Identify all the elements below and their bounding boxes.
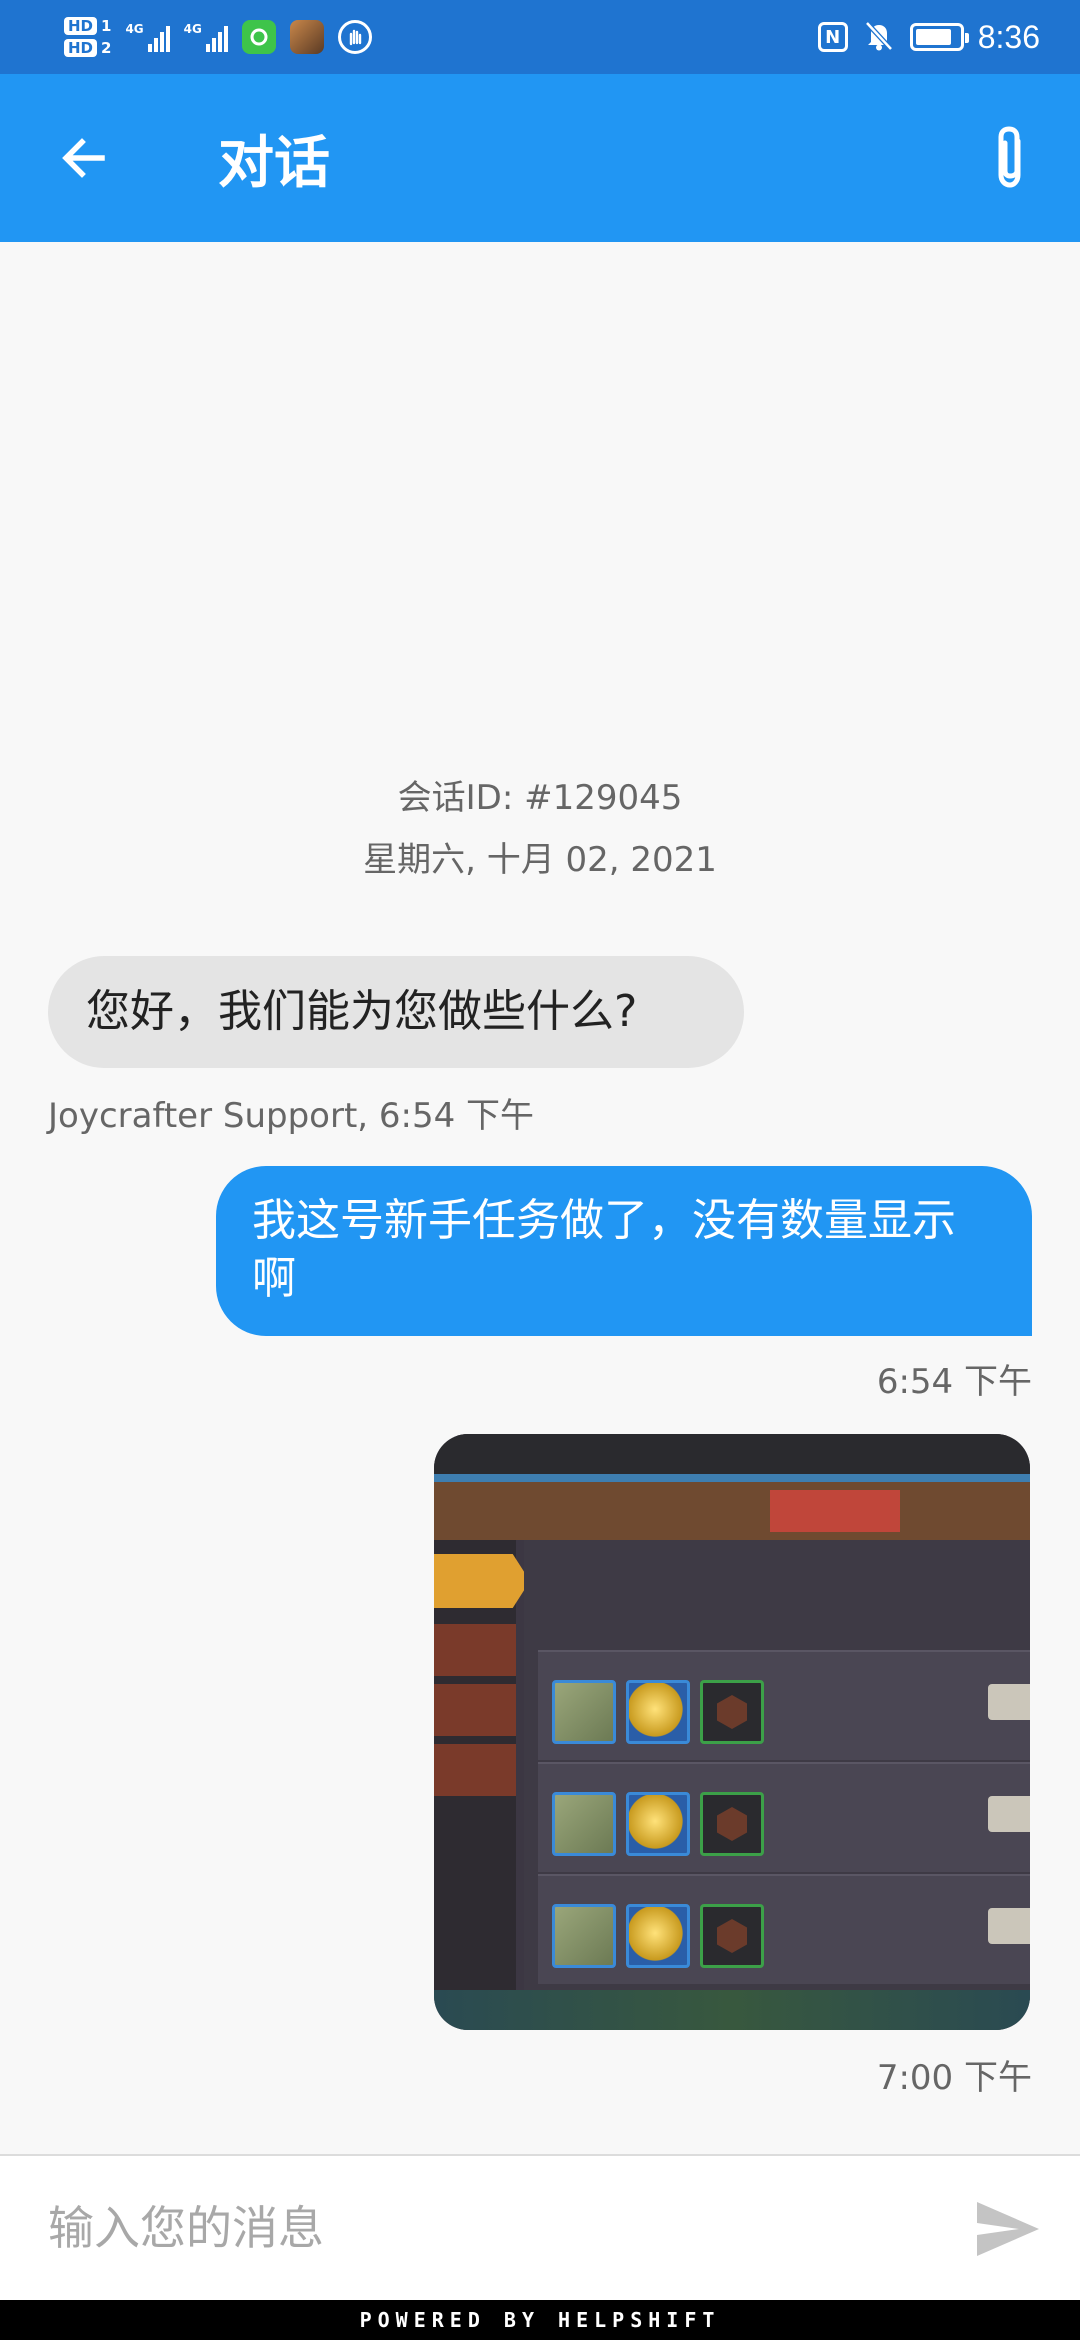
hd-indicator-2: HD 2 <box>64 39 111 57</box>
hd-indicators: HD 1 HD 2 <box>64 17 111 57</box>
game-sidebar-item <box>434 1684 516 1736</box>
badge-icon <box>700 1680 764 1744</box>
conversation-date: 星期六, 十月 02, 2021 <box>363 840 717 880</box>
clock: 8:36 <box>977 18 1040 55</box>
incoming-message-meta: Joycrafter Support, 6:54 下午 <box>48 1096 535 1136</box>
game-tab <box>474 1490 574 1532</box>
game-top-bar <box>434 1434 1030 1474</box>
send-icon <box>977 2202 1039 2256</box>
game-sidebar-item <box>434 1744 516 1796</box>
game-button <box>988 1908 1030 1944</box>
chat-app-icon <box>241 20 276 54</box>
signal-icon: 4G <box>125 22 170 52</box>
game-item-icon <box>552 1680 616 1744</box>
message-composer <box>0 2154 1080 2300</box>
image-message-meta: 7:00 下午 <box>876 2058 1032 2098</box>
send-button[interactable] <box>972 2196 1044 2262</box>
status-bar-right: N 8:36 <box>817 18 1040 56</box>
paperclip-icon <box>998 126 1021 188</box>
badge-icon <box>700 1904 764 1968</box>
nfc-icon: N <box>817 22 848 52</box>
conversation-area[interactable]: 会话ID: #129045 星期六, 十月 02, 2021 您好，我们能为您做… <box>0 242 1080 2154</box>
signal-icon-2: 4G <box>184 22 228 52</box>
game-tab-bar <box>434 1482 1030 1540</box>
bell-off-icon <box>862 18 896 56</box>
gold-icon <box>626 1904 690 1968</box>
game-button <box>988 1796 1030 1832</box>
game-item-icon <box>552 1904 616 1968</box>
game-tab <box>584 1490 684 1532</box>
powered-by-footer: POWERED BY HELPSHIFT <box>0 2300 1080 2340</box>
conversation-id: 会话ID: #129045 <box>397 778 683 818</box>
outgoing-message-meta: 6:54 下午 <box>876 1362 1032 1402</box>
game-app-icon <box>289 20 324 54</box>
page-title: 对话 <box>218 130 330 196</box>
arrow-left-icon <box>62 138 105 178</box>
status-bar: HD 1 HD 2 4G 4G N 8:36 <box>0 0 1080 74</box>
game-sidebar-active <box>434 1554 530 1608</box>
battery-icon <box>909 23 969 51</box>
game-item-icon <box>552 1792 616 1856</box>
attach-button[interactable] <box>970 118 1050 198</box>
battery-level <box>915 29 952 45</box>
game-task-row <box>538 1762 1030 1872</box>
badge-icon <box>700 1792 764 1856</box>
game-bottom-bar <box>434 1990 1030 2030</box>
game-task-row <box>538 1650 1030 1760</box>
image-attachment[interactable] <box>434 1434 1030 2030</box>
game-tab-active <box>770 1490 900 1532</box>
game-sidebar-item <box>434 1624 516 1676</box>
gold-icon <box>626 1680 690 1744</box>
back-button[interactable] <box>24 74 144 242</box>
status-bar-left: HD 1 HD 2 4G 4G <box>64 17 372 57</box>
game-task-row <box>538 1874 1030 1984</box>
outgoing-message[interactable]: 我这号新手任务做了，没有数量显示啊 <box>216 1166 1032 1336</box>
gold-icon <box>626 1792 690 1856</box>
game-top-frame <box>434 1474 1030 1482</box>
app-bar: 对话 <box>0 74 1080 242</box>
game-button <box>988 1684 1030 1720</box>
hd-indicator-1: HD 1 <box>64 17 111 35</box>
incoming-message[interactable]: 您好，我们能为您做些什么? <box>48 956 744 1068</box>
hand-icon <box>337 20 372 54</box>
message-input[interactable] <box>48 2192 928 2264</box>
